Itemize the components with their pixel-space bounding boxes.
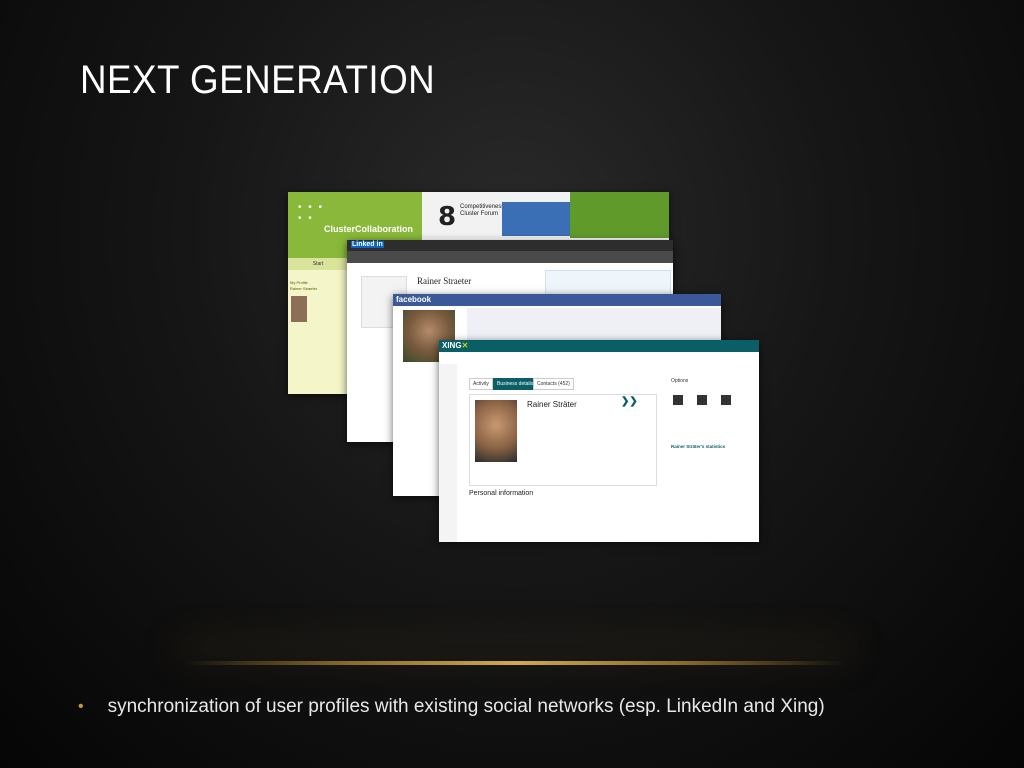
linkedin-logo-text: Linked in xyxy=(351,241,384,248)
xing-logo-text: XING xyxy=(442,341,462,350)
xing-stats-label: Rainer Sträter's statistics xyxy=(671,444,726,449)
facebook-logo: facebook xyxy=(396,295,432,304)
forum-banner xyxy=(502,202,570,236)
slide-title: NEXT GENERATION xyxy=(80,58,436,102)
xing-tab-activity: Activity xyxy=(469,378,493,390)
cluster-sidebar xyxy=(288,258,348,394)
bullet-text: synchronization of user profiles with ex… xyxy=(107,696,825,717)
cluster-avatar xyxy=(291,296,307,322)
cluster-sidebar-text: My Profile Rainer Straeter xyxy=(290,280,346,292)
forum-number: 8 xyxy=(438,202,457,232)
facebook-topbar xyxy=(393,294,721,306)
forum-text: Competitiveness Cluster Forum xyxy=(460,204,505,217)
bookmark-icon xyxy=(721,395,731,405)
xing-logo: XING✕ xyxy=(442,341,469,350)
divider-glow xyxy=(180,661,850,665)
linkedin-logo: Linked in xyxy=(351,241,384,248)
linkedin-navbar xyxy=(347,251,673,263)
linkedin-profile-name: Rainer Straeter xyxy=(417,276,472,286)
xing-options-label: Options xyxy=(671,378,689,384)
add-contact-icon xyxy=(673,395,683,405)
xing-tab-contacts: Contacts (452) xyxy=(533,378,574,390)
facebook-cover xyxy=(467,308,721,340)
xing-profile-name: Rainer Sträter xyxy=(527,400,577,409)
bullet-dot-icon: • xyxy=(78,698,84,715)
send-message-icon xyxy=(697,395,707,405)
xing-sidenav xyxy=(439,364,457,542)
cluster-nav-start: Start xyxy=(288,258,348,270)
cluster-brand: ClusterCollaboration xyxy=(324,224,414,234)
xing-topbar xyxy=(439,340,759,352)
cluster-header-right xyxy=(570,192,669,238)
xing-section-title: Personal information xyxy=(469,490,534,497)
sidebar-name: Rainer Straeter xyxy=(290,286,318,291)
bullet-item: • synchronization of user profiles with … xyxy=(78,696,825,718)
xing-option-icons xyxy=(673,392,753,406)
linkedin-topbar xyxy=(347,240,673,251)
xing-profile-photo xyxy=(475,400,517,462)
xing-screenshot: XING✕ Activity Business details Contacts… xyxy=(439,340,759,542)
xing-chevron-icon: ❯❯ xyxy=(621,396,638,407)
xing-tab-business: Business details xyxy=(493,378,538,390)
cluster-logo-icon: • • • • • xyxy=(298,202,325,224)
